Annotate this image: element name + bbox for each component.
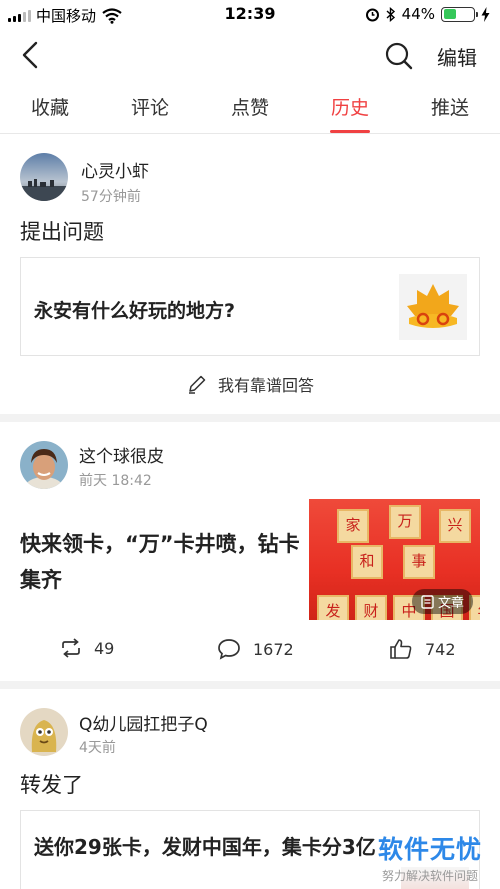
repost-button[interactable]: 49 xyxy=(60,638,114,658)
watermark-logo: 软件无忧 努力解决软件问题 xyxy=(378,830,482,884)
post-time: 前天 18:42 xyxy=(79,473,152,489)
thumbs-up-icon xyxy=(390,639,412,659)
comment-icon xyxy=(218,639,240,660)
document-icon xyxy=(421,594,434,609)
article-thumbnail[interactable]: 家 万 兴 和 事 发 财 中 国 年 文章 xyxy=(309,499,480,620)
tab-favorites[interactable]: 收藏 xyxy=(0,84,100,133)
avatar[interactable] xyxy=(20,153,68,201)
article-badge: 文章 xyxy=(411,589,473,614)
back-icon[interactable] xyxy=(16,40,46,70)
avatar[interactable] xyxy=(20,441,68,489)
user-name[interactable]: Q幼儿园扛把子Q xyxy=(79,710,208,735)
battery-fill xyxy=(443,9,457,19)
pencil-icon xyxy=(188,375,206,394)
watermark-subtitle: 努力解决软件问题 xyxy=(381,869,478,883)
quoted-title: 送你29张卡，发财中国年，集卡分3亿 xyxy=(34,835,376,859)
thumb-block: 兴 xyxy=(439,509,471,543)
edit-button[interactable]: 编辑 xyxy=(437,42,477,71)
battery-icon xyxy=(441,6,478,22)
thumb-block: 财 xyxy=(355,595,387,620)
charging-icon xyxy=(481,6,490,22)
user-name[interactable]: 这个球很皮 xyxy=(79,442,164,467)
alarm-icon xyxy=(365,8,379,21)
post-time: 4天前 xyxy=(79,740,116,756)
like-button[interactable]: 742 xyxy=(389,638,456,660)
thumb-block: 事 xyxy=(403,545,435,579)
thumb-block: 万 xyxy=(389,505,421,539)
answer-button[interactable]: 我有靠谱回答 xyxy=(0,372,500,396)
thumb-block: 家 xyxy=(337,509,369,543)
search-icon[interactable] xyxy=(383,40,415,72)
repost-icon xyxy=(62,638,80,658)
thumb-block: 和 xyxy=(351,545,383,579)
thumb-block: 发 xyxy=(317,595,349,620)
section-divider xyxy=(0,681,500,689)
watermark-title: 软件无忧 xyxy=(377,835,482,864)
question-logo-icon xyxy=(399,274,467,340)
section-divider xyxy=(0,414,500,422)
post-text: 提出问题 xyxy=(20,220,104,244)
tab-likes[interactable]: 点赞 xyxy=(200,84,300,133)
battery-percent: 44% xyxy=(401,5,435,23)
bluetooth-icon xyxy=(386,6,395,22)
action-bar: 49 1672 742 xyxy=(0,638,500,666)
post-time: 57分钟前 xyxy=(81,189,141,205)
comment-button[interactable]: 1672 xyxy=(217,638,294,660)
question-title: 永安有什么好玩的地方? xyxy=(34,300,236,322)
avatar[interactable] xyxy=(20,708,68,756)
question-card[interactable]: 永安有什么好玩的地方? xyxy=(20,257,480,356)
answer-label: 我有靠谱回答 xyxy=(217,376,314,395)
tab-comments[interactable]: 评论 xyxy=(100,84,200,133)
article-title[interactable]: 快来领卡，“万”卡井喷，钻卡集齐 xyxy=(20,526,300,598)
tab-bar: 收藏 评论 点赞 历史 推送 xyxy=(0,84,500,134)
tab-push[interactable]: 推送 xyxy=(400,84,500,133)
repost-count: 49 xyxy=(94,638,115,658)
user-name[interactable]: 心灵小虾 xyxy=(81,157,149,182)
nav-bar: 编辑 xyxy=(0,28,500,84)
status-bar: 中国移动 12:39 44% xyxy=(0,0,500,28)
tab-history[interactable]: 历史 xyxy=(300,84,400,133)
post-text: 转发了 xyxy=(20,773,83,797)
article-badge-label: 文章 xyxy=(437,596,464,611)
comment-count: 1672 xyxy=(253,639,294,659)
like-count: 742 xyxy=(425,639,456,659)
